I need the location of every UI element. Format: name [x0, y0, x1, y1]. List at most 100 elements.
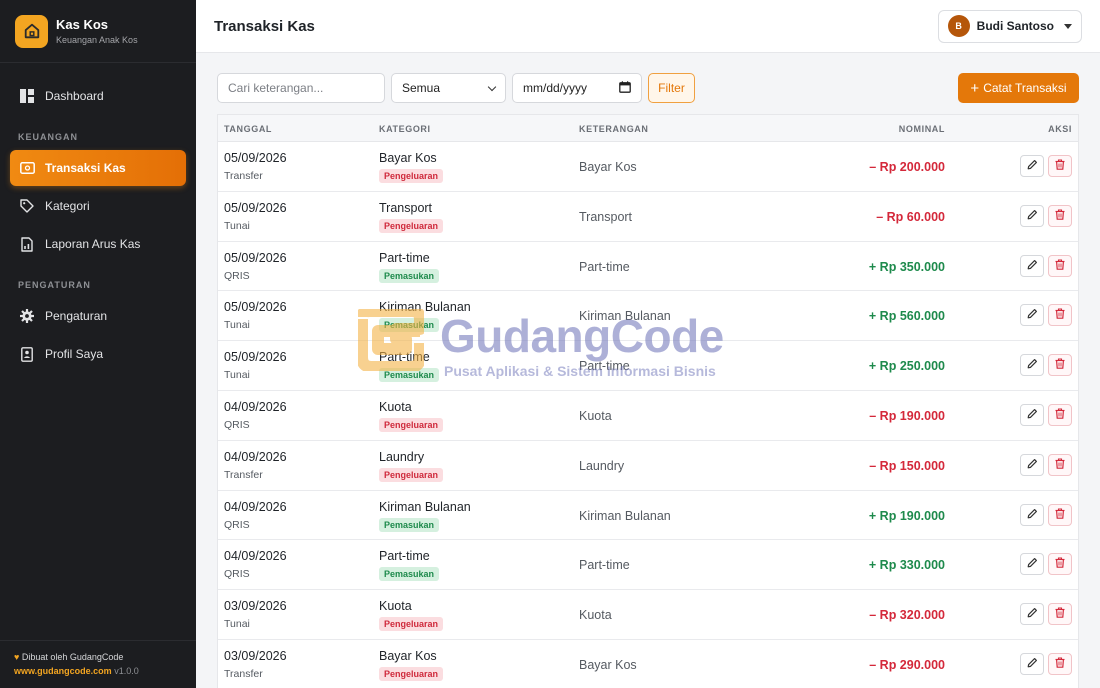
row-amount: – Rp 200.000	[869, 160, 945, 174]
sidebar-item-label: Pengaturan	[45, 309, 108, 323]
delete-button[interactable]	[1048, 603, 1072, 626]
row-description: Part-time	[579, 359, 630, 374]
delete-button[interactable]	[1048, 453, 1072, 476]
row-category: Kiriman Bulanan	[379, 300, 471, 315]
footer-site-link[interactable]: www.gudangcode.com	[14, 666, 112, 676]
row-category: Part-time	[379, 250, 430, 265]
row-amount: + Rp 560.000	[868, 309, 945, 324]
trash-icon	[1055, 207, 1065, 225]
footer-version: v1.0.0	[114, 666, 139, 676]
table-row: 05/09/2026 Tunai Part-time Pemasukan Par…	[218, 341, 1078, 391]
sidebar-item-pengaturan[interactable]: Pengaturan	[10, 298, 186, 334]
row-description: Kuota	[579, 608, 612, 623]
row-amount: – Rp 320.000	[869, 608, 945, 623]
avatar: B	[947, 15, 970, 37]
page-title: Transaksi Kas	[214, 17, 315, 35]
edit-button[interactable]	[1020, 453, 1044, 476]
user-menu-button[interactable]: B Budi Santoso	[937, 9, 1082, 43]
row-amount: – Rp 150.000	[869, 458, 945, 473]
brand-name: Kas Kos	[56, 17, 109, 32]
search-input[interactable]	[217, 73, 385, 103]
sidebar-nav: Dashboard KEUANGAN Transaksi Kas Kategor…	[0, 63, 196, 372]
column-header-date: TANGGAL	[224, 124, 273, 134]
edit-button[interactable]	[1020, 354, 1044, 377]
footer-credit: Dibuat oleh GudangCode	[21, 652, 124, 662]
table-row: 04/09/2026 QRIS Kiriman Bulanan Pemasuka…	[218, 491, 1078, 541]
edit-button[interactable]	[1020, 254, 1044, 277]
date-input-placeholder: mm/dd/yyyy	[523, 81, 588, 95]
trash-icon	[1055, 406, 1065, 424]
sidebar-item-kategori[interactable]: Kategori	[10, 188, 186, 224]
chevron-down-icon	[487, 82, 497, 91]
pencil-icon	[1027, 605, 1038, 623]
sidebar-item-transaksi-kas[interactable]: Transaksi Kas	[10, 150, 186, 186]
trash-icon	[1055, 257, 1065, 275]
table-row: 04/09/2026 QRIS Part-time Pemasukan Part…	[218, 540, 1078, 591]
delete-button[interactable]	[1048, 354, 1072, 377]
delete-button[interactable]	[1048, 204, 1072, 227]
sidebar-item-profil-saya[interactable]: Profil Saya	[10, 336, 186, 372]
row-description: Bayar Kos	[579, 657, 637, 672]
delete-button[interactable]	[1048, 155, 1072, 177]
home-icon	[15, 14, 48, 48]
row-date: 05/09/2026	[224, 151, 287, 165]
edit-button[interactable]	[1020, 155, 1044, 177]
row-method: Tunai	[224, 319, 250, 332]
column-header-description: KETERANGAN	[579, 124, 649, 134]
row-date: 05/09/2026	[224, 200, 287, 215]
section-label-keuangan: KEUANGAN	[18, 132, 79, 142]
table-row: 04/09/2026 Transfer Laundry Pengeluaran …	[218, 441, 1078, 491]
transactions-table: TANGGAL KATEGORI KETERANGAN NOMINAL AKSI…	[217, 114, 1079, 688]
row-method: Transfer	[224, 170, 263, 182]
delete-button[interactable]	[1048, 503, 1072, 526]
row-type-badge: Pengeluaran	[379, 467, 444, 482]
trash-icon	[1055, 555, 1065, 573]
table-row: 03/09/2026 Transfer Bayar Kos Pengeluara…	[218, 640, 1078, 688]
trash-icon	[1055, 605, 1065, 623]
pencil-icon	[1027, 555, 1038, 573]
pencil-icon	[1027, 157, 1038, 175]
delete-button[interactable]	[1048, 304, 1072, 327]
row-amount: + Rp 350.000	[868, 259, 945, 274]
row-date: 05/09/2026	[224, 300, 287, 315]
filter-button[interactable]: Filter	[648, 73, 695, 103]
trash-icon	[1055, 306, 1065, 324]
delete-button[interactable]	[1048, 254, 1072, 277]
sidebar-item-dashboard[interactable]: Dashboard	[10, 78, 186, 114]
add-transaction-button[interactable]: + Catat Transaksi	[958, 73, 1079, 103]
delete-button[interactable]	[1048, 553, 1072, 576]
row-method: Transfer	[224, 667, 263, 680]
row-method: Tunai	[224, 219, 250, 232]
edit-button[interactable]	[1020, 304, 1044, 327]
edit-button[interactable]	[1020, 204, 1044, 227]
calendar-icon[interactable]	[619, 80, 631, 96]
sidebar-item-laporan-arus-kas[interactable]: Laporan Arus Kas	[10, 226, 186, 262]
caret-down-icon	[1064, 23, 1072, 29]
date-input[interactable]: mm/dd/yyyy	[512, 73, 642, 103]
edit-button[interactable]	[1020, 603, 1044, 626]
delete-button[interactable]	[1048, 403, 1072, 426]
trash-icon	[1055, 356, 1065, 374]
pencil-icon	[1027, 306, 1038, 324]
table-row: 05/09/2026 Tunai Transport Pengeluaran T…	[218, 192, 1078, 242]
trash-icon	[1055, 506, 1065, 524]
table-header: TANGGAL KATEGORI KETERANGAN NOMINAL AKSI	[218, 115, 1078, 142]
row-type-badge: Pengeluaran	[379, 617, 444, 632]
trash-icon	[1055, 157, 1065, 175]
row-amount: – Rp 60.000	[876, 209, 945, 224]
delete-button[interactable]	[1048, 652, 1072, 675]
row-date: 04/09/2026	[224, 549, 287, 564]
edit-button[interactable]	[1020, 652, 1044, 675]
row-type-badge: Pemasukan	[379, 517, 440, 532]
row-type-badge: Pemasukan	[379, 268, 440, 283]
pencil-icon	[1027, 207, 1038, 225]
trash-icon	[1055, 655, 1065, 673]
type-select[interactable]: Semua	[391, 73, 506, 103]
row-amount: + Rp 330.000	[868, 558, 945, 573]
edit-button[interactable]	[1020, 503, 1044, 526]
row-category: Kuota	[379, 399, 412, 414]
row-date: 04/09/2026	[224, 499, 287, 514]
edit-button[interactable]	[1020, 403, 1044, 426]
pencil-icon	[1027, 257, 1038, 275]
edit-button[interactable]	[1020, 553, 1044, 576]
